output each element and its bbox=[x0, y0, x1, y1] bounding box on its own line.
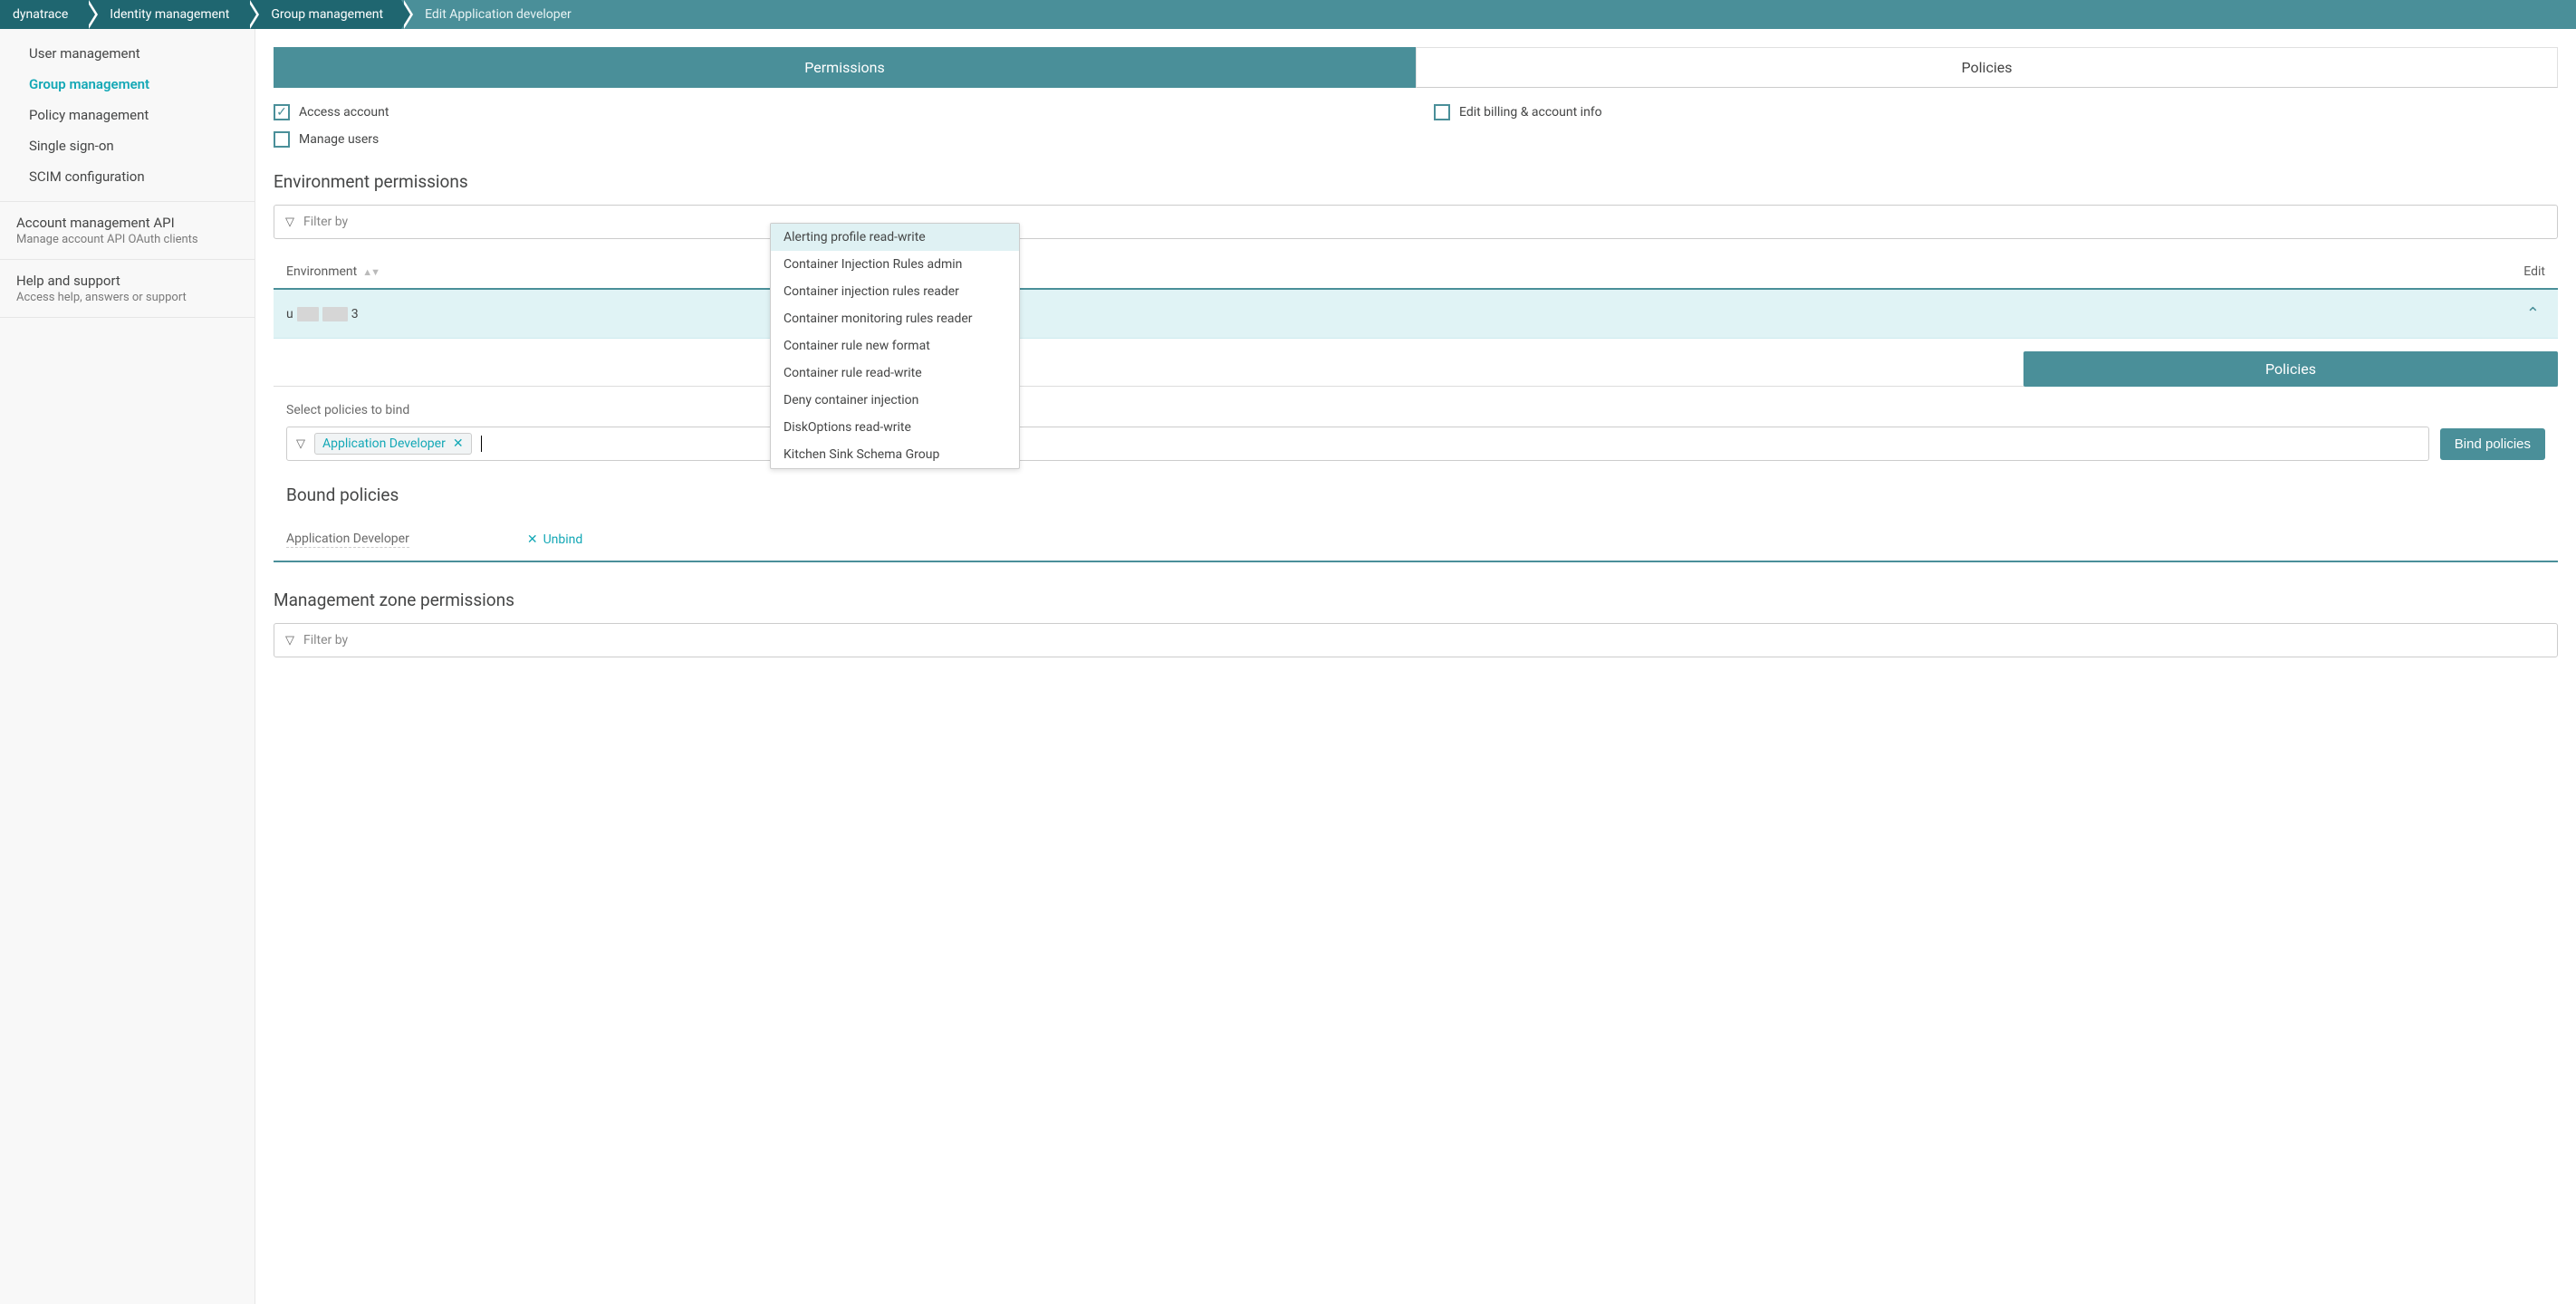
checkbox-icon bbox=[1434, 104, 1450, 120]
chip-remove-icon[interactable]: ✕ bbox=[453, 436, 464, 451]
tab-permissions[interactable]: Permissions bbox=[274, 47, 1416, 88]
dropdown-item[interactable]: DiskOptions read-write bbox=[771, 414, 1019, 441]
filter-icon: ▽ bbox=[296, 437, 305, 451]
select-policies-label: Select policies to bind bbox=[274, 403, 2558, 417]
filter-icon: ▽ bbox=[285, 216, 294, 229]
bind-policies-button[interactable]: Bind policies bbox=[2440, 428, 2545, 460]
breadcrumb: dynatrace Identity management Group mana… bbox=[0, 0, 2576, 29]
tabs: Permissions Policies bbox=[274, 47, 2558, 88]
dropdown-item[interactable]: Container rule new format bbox=[771, 332, 1019, 360]
dropdown-item[interactable]: Container rule read-write bbox=[771, 360, 1019, 387]
sidebar-item-policy-mgmt[interactable]: Policy management bbox=[0, 100, 255, 130]
checkbox-access-account[interactable]: ✓ Access account bbox=[274, 104, 1398, 120]
env-filter-input[interactable]: ▽ Filter by bbox=[274, 205, 2558, 239]
policy-chip: Application Developer ✕ bbox=[314, 433, 472, 455]
dropdown-item[interactable]: Container Injection Rules admin bbox=[771, 251, 1019, 278]
checkbox-edit-billing[interactable]: Edit billing & account info bbox=[1434, 104, 2558, 120]
checkbox-manage-users[interactable]: Manage users bbox=[274, 131, 1398, 148]
env-col-header[interactable]: Environment▲▼ bbox=[286, 264, 379, 279]
env-name: u 3 bbox=[286, 307, 359, 321]
policy-dropdown: Alerting profile read-write Container In… bbox=[770, 223, 1020, 469]
unbind-link[interactable]: ✕ Unbind bbox=[527, 532, 582, 547]
close-icon: ✕ bbox=[527, 532, 538, 547]
mz-filter-input[interactable]: ▽ Filter by bbox=[274, 623, 2558, 657]
sidebar-item-group-mgmt[interactable]: Group management bbox=[0, 69, 255, 100]
policy-select-input[interactable]: ▽ Application Developer ✕ bbox=[286, 427, 2429, 461]
dropdown-item[interactable]: Alerting profile read-write bbox=[771, 224, 1019, 251]
sort-icon: ▲▼ bbox=[362, 266, 379, 278]
env-row[interactable]: u 3 ⌃ bbox=[274, 288, 2558, 339]
dropdown-item[interactable]: Deny container injection bbox=[771, 387, 1019, 414]
sidebar-block-account-api[interactable]: Account management API Manage account AP… bbox=[0, 202, 255, 260]
tab-policies[interactable]: Policies bbox=[1416, 47, 2558, 88]
sidebar-item-sso[interactable]: Single sign-on bbox=[0, 130, 255, 161]
breadcrumb-item[interactable]: dynatrace bbox=[0, 0, 86, 29]
bound-policy-name: Application Developer bbox=[286, 532, 409, 548]
section-mz-perms: Management zone permissions bbox=[274, 590, 2558, 610]
checkbox-icon: ✓ bbox=[274, 104, 290, 120]
dropdown-item[interactable]: Container monitoring rules reader bbox=[771, 305, 1019, 332]
checkbox-icon bbox=[274, 131, 290, 148]
section-env-perms: Environment permissions bbox=[274, 171, 2558, 192]
section-bound-policies: Bound policies bbox=[274, 484, 2558, 505]
subtab-policies[interactable]: Policies bbox=[2023, 351, 2558, 387]
breadcrumb-item[interactable]: Group management bbox=[247, 0, 401, 29]
main-content: Permissions Policies ✓ Access account Ed… bbox=[255, 29, 2576, 1304]
edit-col-header: Edit bbox=[2523, 264, 2545, 279]
sidebar-item-scim[interactable]: SCIM configuration bbox=[0, 161, 255, 192]
dropdown-item[interactable]: Kitchen Sink Schema Group bbox=[771, 441, 1019, 468]
text-cursor bbox=[481, 436, 482, 452]
breadcrumb-item: Edit Application developer bbox=[401, 0, 590, 29]
breadcrumb-item[interactable]: Identity management bbox=[86, 0, 247, 29]
sidebar-item-user-mgmt[interactable]: User management bbox=[0, 38, 255, 69]
dropdown-item[interactable]: Container injection rules reader bbox=[771, 278, 1019, 305]
chevron-up-icon[interactable]: ⌃ bbox=[2526, 304, 2540, 323]
sidebar-block-help[interactable]: Help and support Access help, answers or… bbox=[0, 260, 255, 318]
filter-icon: ▽ bbox=[285, 634, 294, 647]
sidebar: User management Group management Policy … bbox=[0, 29, 255, 1304]
